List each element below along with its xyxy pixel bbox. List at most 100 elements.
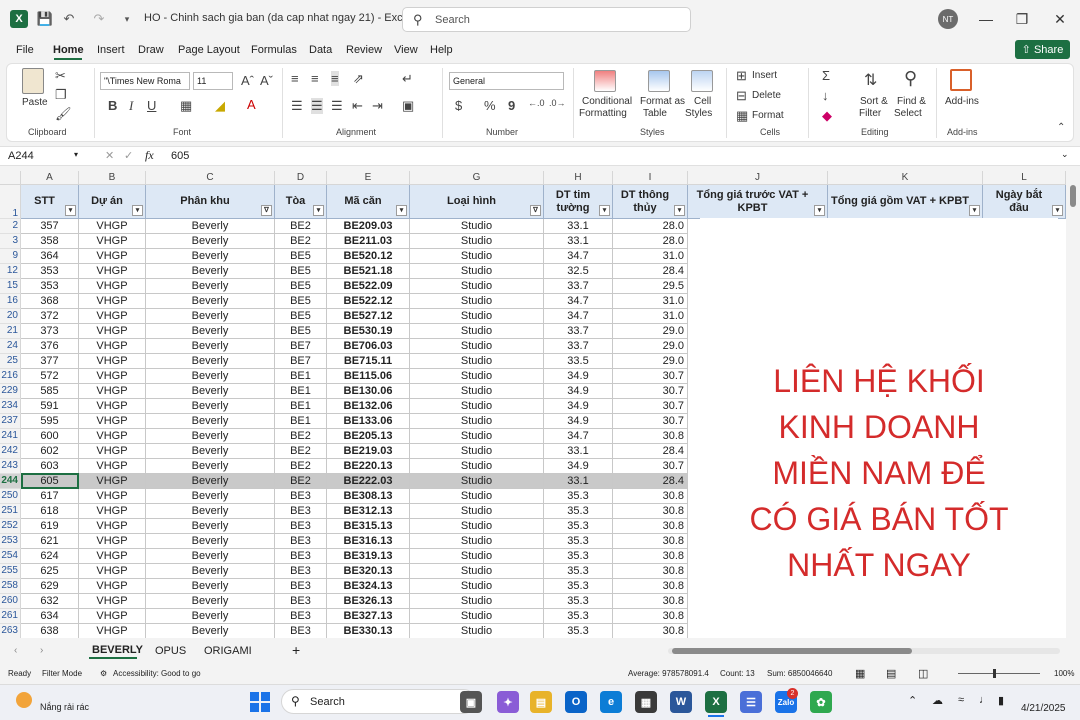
table-cell-dtt[interactable]: 35.3 (544, 534, 613, 549)
table-cell-stt[interactable]: 572 (21, 369, 79, 384)
tab-page-layout[interactable]: Page Layout (178, 44, 240, 56)
share-button[interactable]: ⇧ Share (1015, 40, 1070, 59)
table-cell-pk[interactable]: Beverly (146, 444, 275, 459)
table-cell-lh[interactable]: Studio (410, 624, 544, 638)
table-cell-da[interactable]: VHGP (79, 519, 146, 534)
table-cell-da[interactable]: VHGP (79, 354, 146, 369)
table-cell-pk[interactable]: Beverly (146, 534, 275, 549)
next-sheet-icon[interactable]: › (40, 645, 43, 656)
table-cell-da[interactable]: VHGP (79, 219, 146, 234)
table-cell-stt[interactable]: 377 (21, 354, 79, 369)
battery-icon[interactable]: ▮ (998, 694, 1004, 707)
table-cell-pk[interactable]: Beverly (146, 609, 275, 624)
table-cell-dtt[interactable]: 34.9 (544, 369, 613, 384)
table-cell-lh[interactable]: Studio (410, 444, 544, 459)
table-cell-dtth[interactable]: 29.0 (613, 354, 688, 369)
comma-style-button[interactable]: 9 (508, 98, 515, 113)
table-cell-pk[interactable]: Beverly (146, 294, 275, 309)
table-cell-ma[interactable]: BE316.13 (327, 534, 410, 549)
add-sheet-button[interactable]: + (292, 642, 300, 658)
table-cell-da[interactable]: VHGP (79, 504, 146, 519)
table-cell-ma[interactable]: BE715.11 (327, 354, 410, 369)
zoom-slider[interactable] (958, 673, 1040, 674)
table-cell-lh[interactable]: Studio (410, 279, 544, 294)
zoom-level[interactable]: 100% (1054, 669, 1074, 678)
table-cell-dtth[interactable]: 31.0 (613, 249, 688, 264)
table-cell-lh[interactable]: Studio (410, 504, 544, 519)
fill-color-icon[interactable]: ◢ (215, 98, 225, 114)
increase-indent-icon[interactable]: ⇥ (372, 98, 383, 114)
table-cell-lh[interactable]: Studio (410, 489, 544, 504)
table-cell-dtt[interactable]: 35.3 (544, 564, 613, 579)
table-cell-da[interactable]: VHGP (79, 624, 146, 638)
format-as-table-label-2[interactable]: Table (643, 108, 667, 119)
align-center-icon[interactable]: ☰ (311, 98, 323, 114)
wifi-icon[interactable]: ≈ (958, 694, 964, 706)
filter-dropdown-icon[interactable]: ▾ (65, 205, 76, 216)
table-cell-da[interactable]: VHGP (79, 534, 146, 549)
insert-cells-icon[interactable]: ⊞ (736, 68, 747, 84)
table-cell-lh[interactable]: Studio (410, 264, 544, 279)
table-header-cell[interactable]: STT ▾ (21, 185, 79, 219)
table-cell-da[interactable]: VHGP (79, 309, 146, 324)
table-cell-dtt[interactable]: 33.1 (544, 219, 613, 234)
insert-cells-button[interactable]: Insert (752, 70, 777, 81)
table-cell-dtt[interactable]: 35.3 (544, 609, 613, 624)
tab-view[interactable]: View (394, 44, 418, 56)
increase-font-icon[interactable]: Aˆ (241, 73, 254, 88)
table-cell-stt[interactable]: 629 (21, 579, 79, 594)
table-cell-lh[interactable]: Studio (410, 384, 544, 399)
customize-qat-icon[interactable]: ▾ (118, 10, 136, 28)
increase-decimal-icon[interactable]: ←.0 (528, 98, 545, 108)
table-cell-toa[interactable]: BE1 (275, 384, 327, 399)
cell-styles-label-2[interactable]: Styles (685, 108, 712, 119)
currency-button[interactable]: $ (455, 98, 462, 113)
italic-button[interactable]: I (129, 98, 133, 114)
table-cell-dtt[interactable]: 33.1 (544, 234, 613, 249)
row-header[interactable]: 241 (0, 429, 21, 444)
conditional-formatting-icon[interactable] (594, 70, 616, 92)
expand-formula-bar-icon[interactable]: ⌄ (1061, 149, 1069, 160)
table-cell-toa[interactable]: BE1 (275, 399, 327, 414)
table-cell-pk[interactable]: Beverly (146, 369, 275, 384)
table-cell-dtth[interactable]: 30.8 (613, 549, 688, 564)
tab-data[interactable]: Data (309, 44, 332, 56)
cell-styles-icon[interactable] (691, 70, 713, 92)
cut-icon[interactable]: ✂ (55, 68, 66, 84)
table-cell-dtt[interactable]: 35.3 (544, 489, 613, 504)
table-cell-ma[interactable]: BE706.03 (327, 339, 410, 354)
copilot-icon[interactable]: ✦ (497, 691, 519, 713)
worksheet-grid[interactable]: ABCDEGHIJKL STT ▾ Dự án ▾ Phân khu ∇ Tòa ▾ Mã că… (0, 171, 1066, 638)
table-cell-toa[interactable]: BE2 (275, 459, 327, 474)
paste-button[interactable]: Paste (22, 97, 48, 108)
table-cell-toa[interactable]: BE5 (275, 264, 327, 279)
table-cell-lh[interactable]: Studio (410, 399, 544, 414)
table-header-cell[interactable]: Phân khu ∇ (146, 185, 275, 219)
table-cell-dtth[interactable]: 31.0 (613, 294, 688, 309)
table-cell-dtth[interactable]: 30.8 (613, 594, 688, 609)
column-header-h[interactable]: H (544, 171, 613, 185)
find-select-icon[interactable]: ⚲ (904, 68, 917, 89)
table-cell-dtth[interactable]: 30.7 (613, 369, 688, 384)
table-cell-pk[interactable]: Beverly (146, 414, 275, 429)
table-cell-dtth[interactable]: 30.8 (613, 504, 688, 519)
number-format-select[interactable]: General (449, 72, 564, 90)
delete-cells-icon[interactable]: ⊟ (736, 88, 747, 104)
table-cell-ma[interactable]: BE220.13 (327, 459, 410, 474)
table-cell-stt[interactable]: 632 (21, 594, 79, 609)
table-cell-dtth[interactable]: 28.4 (613, 444, 688, 459)
clear-icon[interactable]: ◆ (822, 108, 832, 124)
table-cell-pk[interactable]: Beverly (146, 339, 275, 354)
table-cell-dtt[interactable]: 33.1 (544, 444, 613, 459)
normal-view-icon[interactable]: ▦ (855, 667, 865, 680)
table-cell-stt[interactable]: 372 (21, 309, 79, 324)
font-size-select[interactable]: 11 (193, 72, 233, 90)
table-cell-ma[interactable]: BE115.06 (327, 369, 410, 384)
row-header[interactable]: 237 (0, 414, 21, 429)
table-cell-dtt[interactable]: 35.3 (544, 624, 613, 638)
table-cell-pk[interactable]: Beverly (146, 234, 275, 249)
filter-dropdown-icon[interactable]: ▾ (313, 205, 324, 216)
table-cell-ma[interactable]: BE315.13 (327, 519, 410, 534)
table-cell-da[interactable]: VHGP (79, 384, 146, 399)
table-cell-pk[interactable]: Beverly (146, 504, 275, 519)
